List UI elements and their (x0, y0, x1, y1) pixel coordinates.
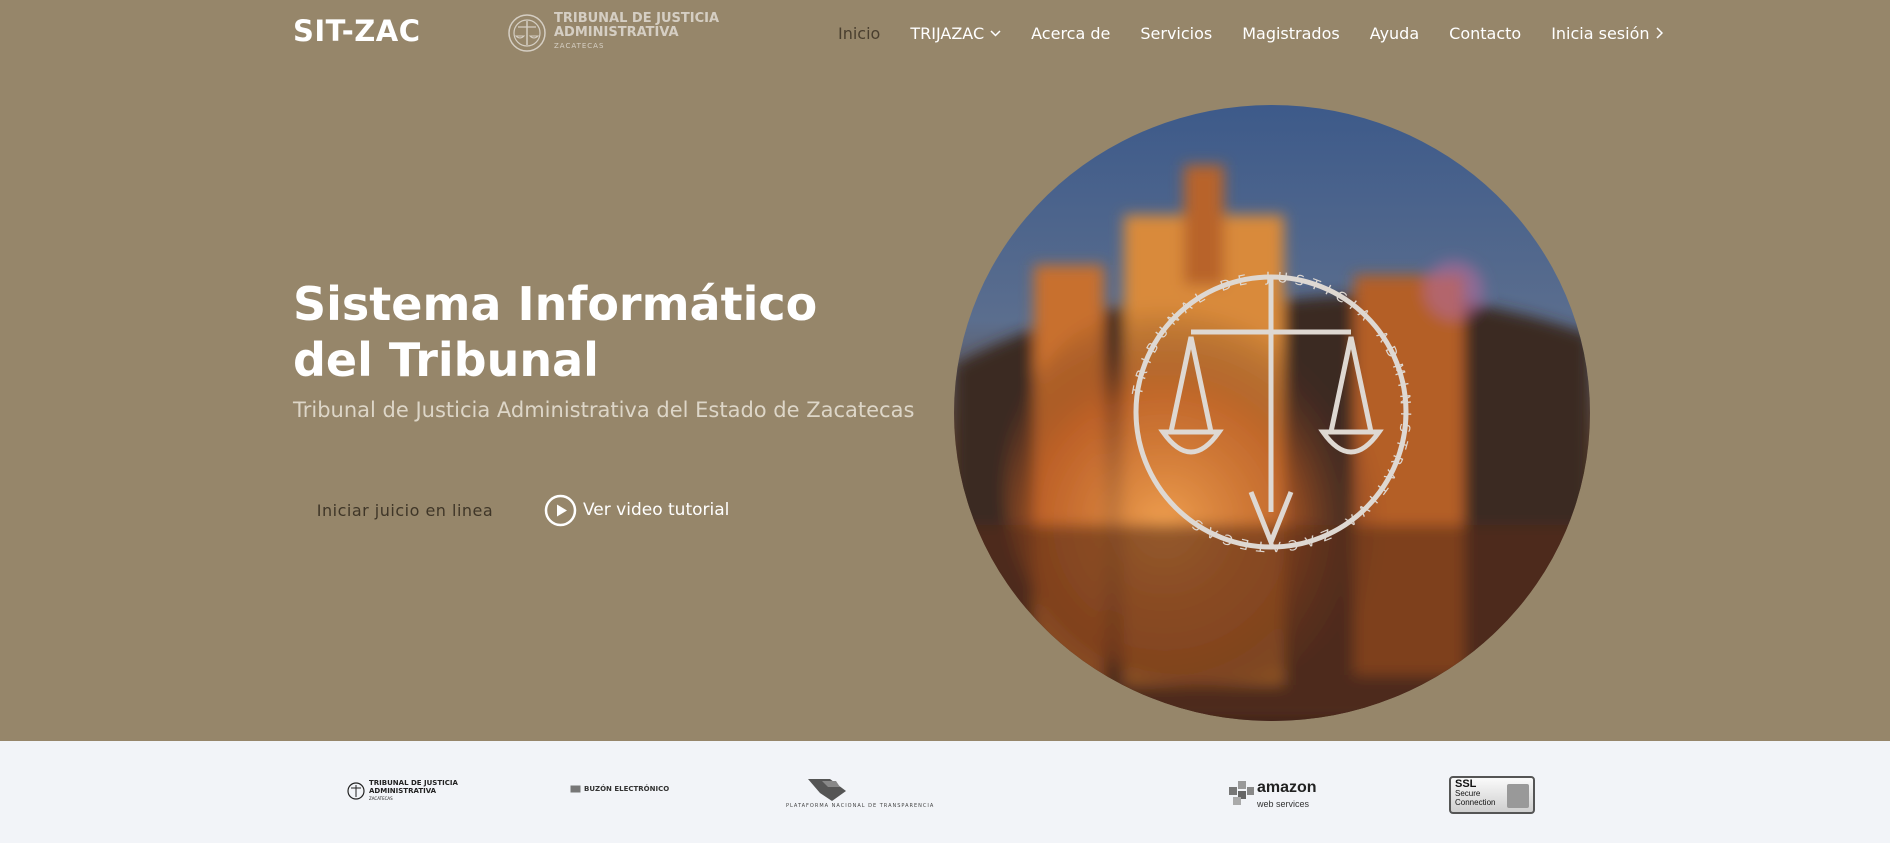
nav-contacto[interactable]: Contacto (1449, 24, 1521, 43)
partner-buzon-logo[interactable]: BUZÓN ELECTRÓNICO (570, 785, 669, 793)
hero-subtitle: Tribunal de Justicia Administrativa del … (293, 398, 915, 422)
partner-buzon-label: BUZÓN ELECTRÓNICO (584, 785, 670, 793)
nav-ayuda-label: Ayuda (1369, 23, 1420, 43)
nav-trijazac-label: TRIJAZAC (910, 23, 985, 43)
partner-aws-line2: web services (1257, 799, 1310, 809)
hero-title: Sistema Informático del Tribunal (293, 277, 818, 387)
video-tutorial-button[interactable]: Ver video tutorial (544, 493, 729, 527)
nav-acerca-de-label: Acerca de (1031, 23, 1111, 43)
partner-ssl-badge[interactable]: SSL Secure Connection (1449, 776, 1535, 814)
partner-aws-logo[interactable]: amazon web services (1227, 777, 1319, 813)
lock-icon (1507, 784, 1529, 808)
partner-tjaz-line1: TRIBUNAL DE JUSTICIA (369, 779, 458, 787)
nav-contacto-label: Contacto (1449, 23, 1522, 43)
partner-aws-line1: amazon (1257, 779, 1317, 796)
nav-inicia-sesion-label: Inicia sesión (1551, 23, 1650, 43)
nav-trijazac[interactable]: TRIJAZAC (910, 24, 1001, 43)
nav-servicios[interactable]: Servicios (1140, 24, 1212, 43)
nav-inicia-sesion[interactable]: Inicia sesión (1551, 23, 1663, 43)
nav-inicio[interactable]: Inicio (838, 24, 880, 43)
logo-line-1: TRIBUNAL DE JUSTICIA (554, 11, 720, 26)
hero-image: TRIBUNAL DE JUSTICIA ADMINISTRATIVA ZACA… (954, 105, 1590, 721)
main-nav: Inicio TRIJAZAC Acerca de Servicios Magi… (838, 20, 1663, 46)
nav-ayuda[interactable]: Ayuda (1370, 24, 1419, 43)
partner-pnt-logo[interactable]: PLATAFORMA NACIONAL DE TRANSPARENCIA (786, 775, 933, 813)
tribunal-logo[interactable]: TRIBUNAL DE JUSTICIA ADMINISTRATIVA ZACA… (506, 10, 726, 54)
nav-magistrados-label: Magistrados (1242, 23, 1340, 43)
partner-tjaz-logo[interactable]: TRIBUNAL DE JUSTICIA ADMINISTRATIVA ZACA… (347, 779, 458, 803)
hero-section: SIT-ZAC TRIBUNAL DE JUSTICIA ADMINISTRAT… (0, 0, 1890, 741)
video-tutorial-label: Ver video tutorial (583, 500, 730, 520)
start-trial-button[interactable]: Iniciar juicio en linea (300, 490, 510, 530)
nav-acerca-de[interactable]: Acerca de (1031, 24, 1110, 43)
chevron-down-icon (990, 29, 1001, 37)
ssl-line3: Connection (1455, 798, 1496, 807)
logo-line-2: ADMINISTRATIVA (554, 25, 679, 40)
play-icon (544, 494, 577, 526)
aws-cubes-icon (1229, 781, 1254, 805)
logo-line-3: ZACATECAS (554, 42, 605, 50)
scales-seal-icon (347, 782, 365, 800)
partners-bar: TRIBUNAL DE JUSTICIA ADMINISTRATIVA ZACA… (0, 741, 1890, 843)
partner-pnt-label: PLATAFORMA NACIONAL DE TRANSPARENCIA (786, 803, 935, 809)
partner-tjaz-line3: ZACATECAS (369, 796, 393, 801)
brand-logo[interactable]: SIT-ZAC (293, 14, 421, 48)
nav-servicios-label: Servicios (1140, 23, 1213, 43)
scales-seal-icon (508, 14, 546, 52)
envelope-icon (570, 785, 581, 793)
nav-magistrados[interactable]: Magistrados (1242, 24, 1339, 43)
chevron-right-icon (1655, 27, 1663, 39)
ssl-line2: Secure (1455, 789, 1481, 798)
tribunal-seal-icon: TRIBUNAL DE JUSTICIA ADMINISTRATIVA ZACA… (1130, 270, 1409, 554)
pnt-emblem-icon (808, 779, 846, 801)
partner-tjaz-line2: ADMINISTRATIVA (369, 787, 437, 795)
nav-inicio-label: Inicio (838, 23, 881, 43)
